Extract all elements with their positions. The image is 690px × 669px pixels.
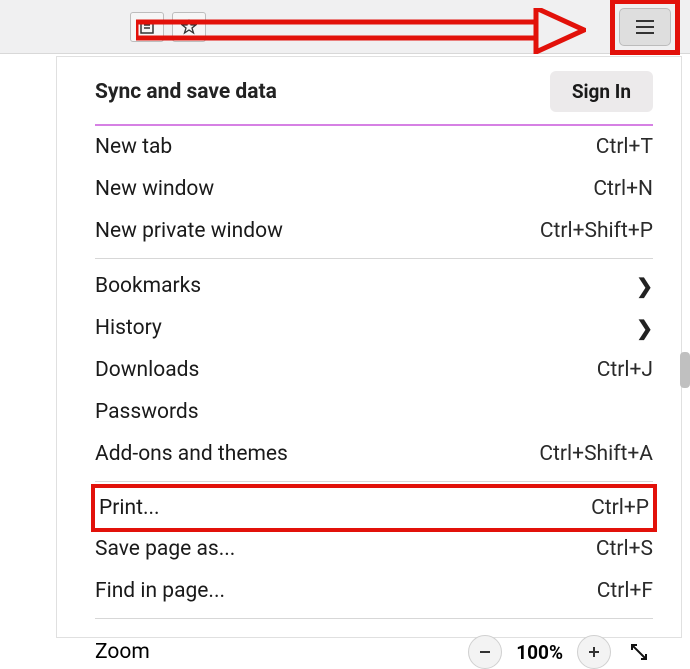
chevron-right-icon: ❯ <box>636 274 653 298</box>
menu-save-page-as[interactable]: Save page as... Ctrl+S <box>95 528 653 570</box>
print-highlight: Print... Ctrl+P <box>91 484 657 532</box>
app-menu-button[interactable] <box>619 8 671 46</box>
menu-addons-themes[interactable]: Add-ons and themes Ctrl+Shift+A <box>95 433 653 475</box>
menu-find-in-page[interactable]: Find in page... Ctrl+F <box>95 570 653 612</box>
menu-shortcut: Ctrl+S <box>596 537 653 561</box>
menu-zoom: Zoom 100% <box>95 625 653 669</box>
sync-row: Sync and save data Sign In <box>95 71 653 126</box>
zoom-percent: 100% <box>516 641 563 664</box>
menu-bookmarks[interactable]: Bookmarks ❯ <box>95 265 653 307</box>
minus-icon <box>478 645 492 659</box>
scrollbar-thumb[interactable] <box>680 352 690 388</box>
menu-label: Print... <box>99 496 160 520</box>
menu-print[interactable]: Print... Ctrl+P <box>99 492 649 524</box>
menu-label: Bookmarks <box>95 274 201 298</box>
zoom-out-button[interactable] <box>468 635 502 669</box>
menu-downloads[interactable]: Downloads Ctrl+J <box>95 349 653 391</box>
menu-label: New tab <box>95 135 172 159</box>
bookmark-star-icon[interactable] <box>172 12 206 42</box>
app-menu-panel: Sync and save data Sign In New tab Ctrl+… <box>56 56 682 638</box>
browser-toolbar <box>0 0 690 54</box>
hamburger-icon <box>634 19 656 35</box>
menu-divider <box>95 481 653 482</box>
fullscreen-button[interactable] <box>625 638 653 666</box>
menu-shortcut: Ctrl+Shift+A <box>539 442 653 466</box>
menu-label: New window <box>95 177 214 201</box>
menu-shortcut: Ctrl+Shift+P <box>540 219 653 243</box>
plus-icon <box>587 645 601 659</box>
menu-label: Add-ons and themes <box>95 442 288 466</box>
menu-shortcut: Ctrl+J <box>597 358 653 382</box>
menu-divider <box>95 258 653 259</box>
menu-shortcut: Ctrl+P <box>591 496 649 520</box>
menu-label: Downloads <box>95 358 199 382</box>
menu-label: History <box>95 316 162 340</box>
zoom-label: Zoom <box>95 640 150 664</box>
hamburger-highlight <box>610 0 680 55</box>
chevron-right-icon: ❯ <box>636 316 653 340</box>
menu-label: New private window <box>95 219 283 243</box>
reader-mode-icon[interactable] <box>130 12 164 42</box>
menu-shortcut: Ctrl+N <box>593 177 653 201</box>
menu-shortcut: Ctrl+F <box>597 579 653 603</box>
menu-history[interactable]: History ❯ <box>95 307 653 349</box>
menu-new-tab[interactable]: New tab Ctrl+T <box>95 126 653 168</box>
menu-divider <box>95 618 653 619</box>
fullscreen-icon <box>630 643 648 661</box>
menu-shortcut: Ctrl+T <box>596 135 653 159</box>
zoom-in-button[interactable] <box>577 635 611 669</box>
menu-label: Find in page... <box>95 579 225 603</box>
menu-passwords[interactable]: Passwords <box>95 391 653 433</box>
menu-label: Save page as... <box>95 537 235 561</box>
menu-new-window[interactable]: New window Ctrl+N <box>95 168 653 210</box>
sign-in-button[interactable]: Sign In <box>550 71 653 112</box>
menu-new-private-window[interactable]: New private window Ctrl+Shift+P <box>95 210 653 252</box>
menu-label: Passwords <box>95 400 199 424</box>
sync-title: Sync and save data <box>95 80 277 104</box>
